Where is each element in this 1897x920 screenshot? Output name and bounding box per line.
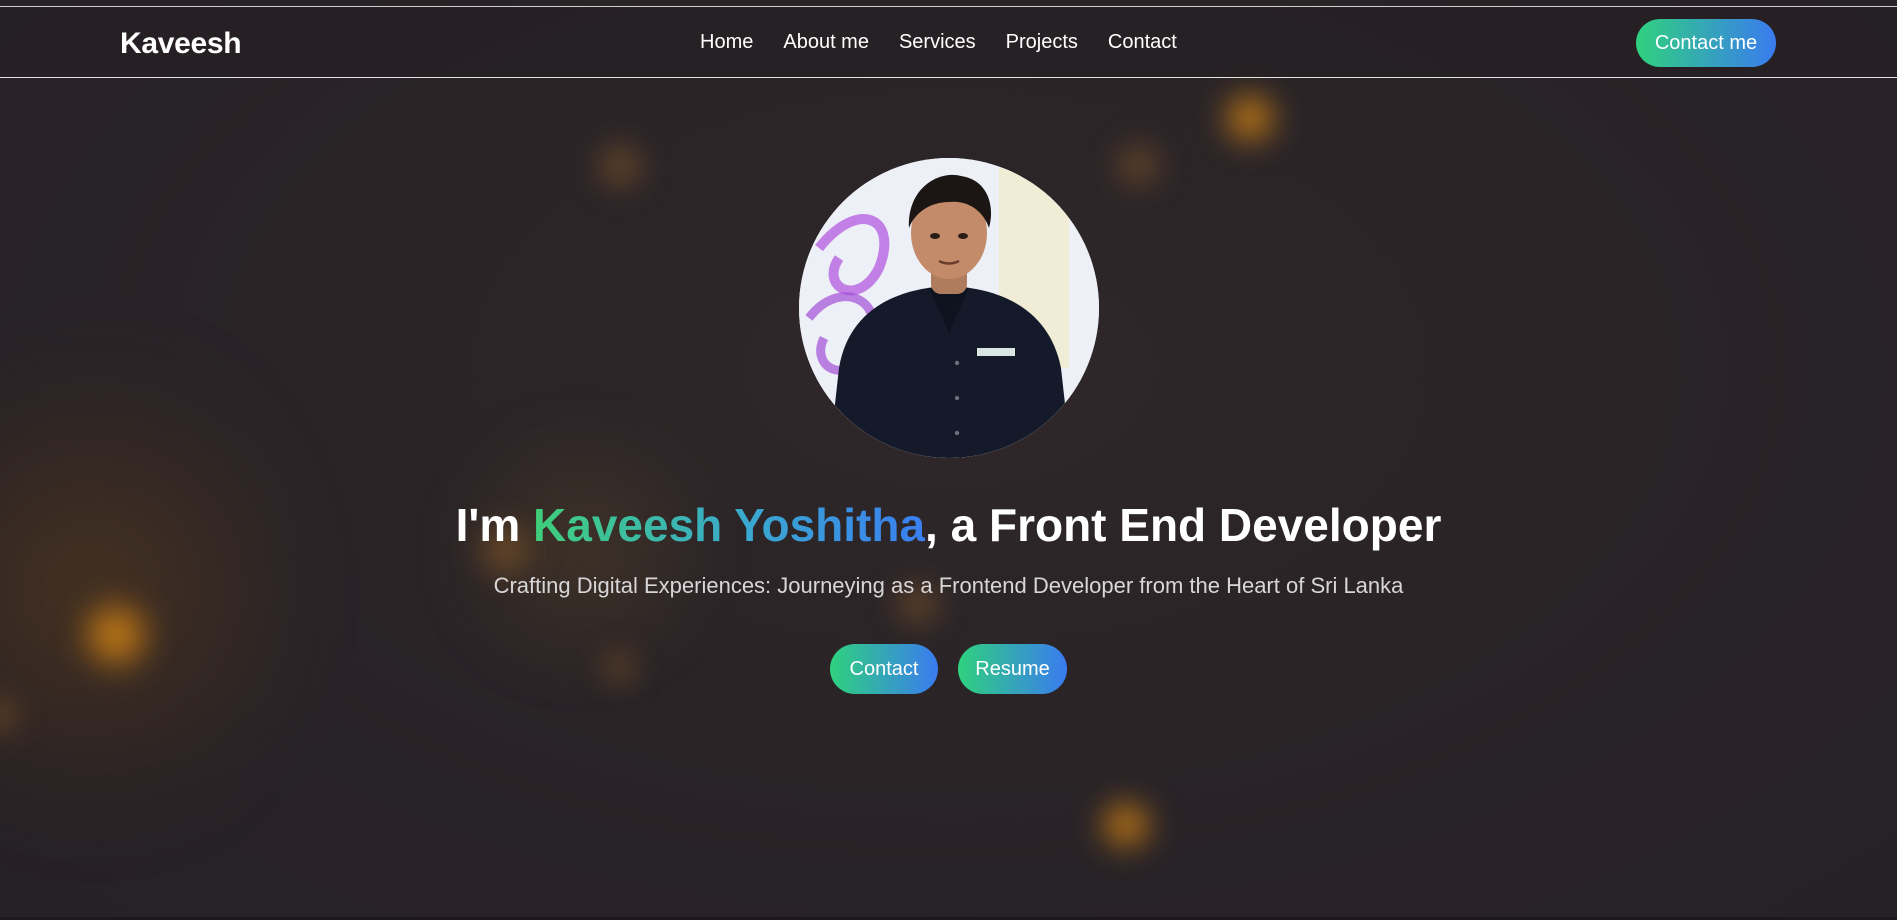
bokeh-light <box>1218 88 1282 148</box>
bokeh-light <box>1094 798 1158 852</box>
hero-headline: I'm Kaveesh Yoshitha, a Front End Develo… <box>0 498 1897 552</box>
profile-photo-illustration <box>799 158 1099 458</box>
bokeh-light <box>78 595 154 675</box>
navbar: Kaveesh Home About me Services Projects … <box>0 7 1897 78</box>
bokeh-light <box>598 648 640 688</box>
nav-link-about-me[interactable]: About me <box>783 31 869 54</box>
nav-links: Home About me Services Projects Contact <box>700 31 1177 54</box>
headline-suffix: , a Front End Developer <box>925 499 1442 551</box>
bokeh-light <box>1110 140 1166 190</box>
headline-prefix: I'm <box>455 499 534 551</box>
hero-buttons: Contact Resume <box>830 644 1067 694</box>
nav-link-contact[interactable]: Contact <box>1108 31 1177 54</box>
page: Kaveesh Home About me Services Projects … <box>0 0 1897 920</box>
hero-subtitle: Crafting Digital Experiences: Journeying… <box>493 573 1404 598</box>
profile-photo <box>799 158 1099 458</box>
contact-button[interactable]: Contact <box>830 644 938 694</box>
nav-link-home[interactable]: Home <box>700 31 753 54</box>
headline-name: Kaveesh Yoshitha <box>533 499 926 551</box>
contact-me-button[interactable]: Contact me <box>1636 19 1776 67</box>
brand-logo-text[interactable]: Kaveesh <box>120 27 242 61</box>
resume-button[interactable]: Resume <box>958 644 1067 694</box>
bokeh-light <box>590 140 650 192</box>
nav-link-projects[interactable]: Projects <box>1006 31 1078 54</box>
nav-link-services[interactable]: Services <box>899 31 976 54</box>
